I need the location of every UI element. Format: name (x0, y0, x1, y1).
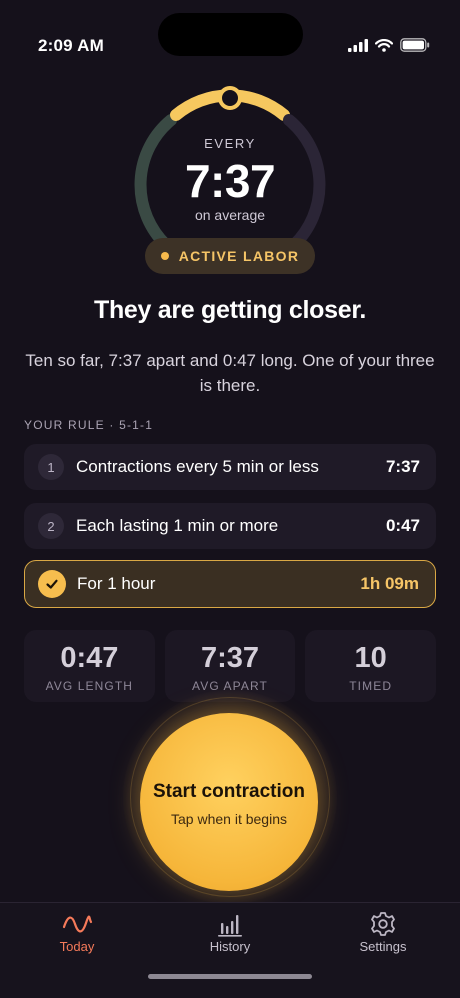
battery-icon (400, 38, 430, 52)
rule-item-value: 0:47 (385, 516, 420, 535)
stat-timed: 10 TIMED (305, 630, 437, 702)
rule-number-badge: 2 (38, 513, 64, 539)
rule-label: YOUR RULE · 5-1-1 (24, 418, 154, 432)
tab-today[interactable]: Today (17, 903, 137, 963)
gear-icon (371, 912, 395, 936)
status-bar: 2:09 AM (0, 0, 460, 90)
dial-sub-label: on average (194, 207, 266, 223)
wave-icon (62, 915, 93, 933)
home-indicator (148, 974, 312, 979)
rule-item-duration: 2 Each lasting 1 min or more 0:47 (24, 503, 436, 549)
average-interval: 7:37 (184, 155, 276, 207)
dial-every-label: EVERY (204, 136, 256, 151)
bar-chart-icon (218, 915, 242, 937)
rule-number-badge: 1 (38, 454, 64, 480)
tab-settings[interactable]: Settings (323, 903, 443, 963)
tab-history[interactable]: History (170, 903, 290, 963)
stat-avg-length: 0:47 AVG LENGTH (24, 630, 155, 702)
stat-label: TIMED (349, 679, 393, 693)
dynamic-island (158, 13, 303, 56)
tab-bar: Today History Settings (0, 902, 460, 998)
rule-item-text: For 1 hour (77, 574, 156, 593)
start-contraction-button[interactable]: Start contraction Tap when it begins (140, 713, 318, 891)
summary-text: Ten so far, 7:37 apart and 0:47 long. On… (25, 351, 435, 395)
tab-label: Settings (359, 939, 407, 954)
phase-dot-icon (160, 252, 169, 260)
rule-item-text: Each lasting 1 min or more (76, 516, 279, 535)
headline: They are getting closer. (93, 296, 367, 324)
stat-label: AVG LENGTH (45, 679, 134, 693)
interval-dial: EVERY 7:37 on average (130, 82, 330, 262)
labor-phase-badge: ACTIVE LABOR (145, 238, 315, 274)
tab-label: Today (59, 939, 95, 954)
signal-icon (348, 38, 368, 52)
start-button-subtitle: Tap when it begins (171, 811, 287, 827)
rule-item-text: Contractions every 5 min or less (76, 457, 319, 476)
checkmark-icon (38, 570, 66, 598)
wifi-icon (375, 38, 393, 52)
stat-value: 10 (354, 642, 387, 674)
rule-item-value: 7:37 (385, 457, 420, 476)
rule-item-value: 1h 09m (360, 574, 419, 593)
stat-value: 0:47 (60, 642, 119, 674)
tab-label: History (209, 939, 251, 954)
rule-item-interval: 1 Contractions every 5 min or less 7:37 (24, 444, 436, 490)
status-icons (348, 38, 430, 52)
phase-label: ACTIVE LABOR (178, 248, 300, 264)
start-button-title: Start contraction (152, 781, 306, 802)
stat-value: 7:37 (200, 642, 260, 674)
status-time: 2:09 AM (38, 36, 104, 55)
rule-item-hour: For 1 hour 1h 09m (24, 560, 436, 608)
